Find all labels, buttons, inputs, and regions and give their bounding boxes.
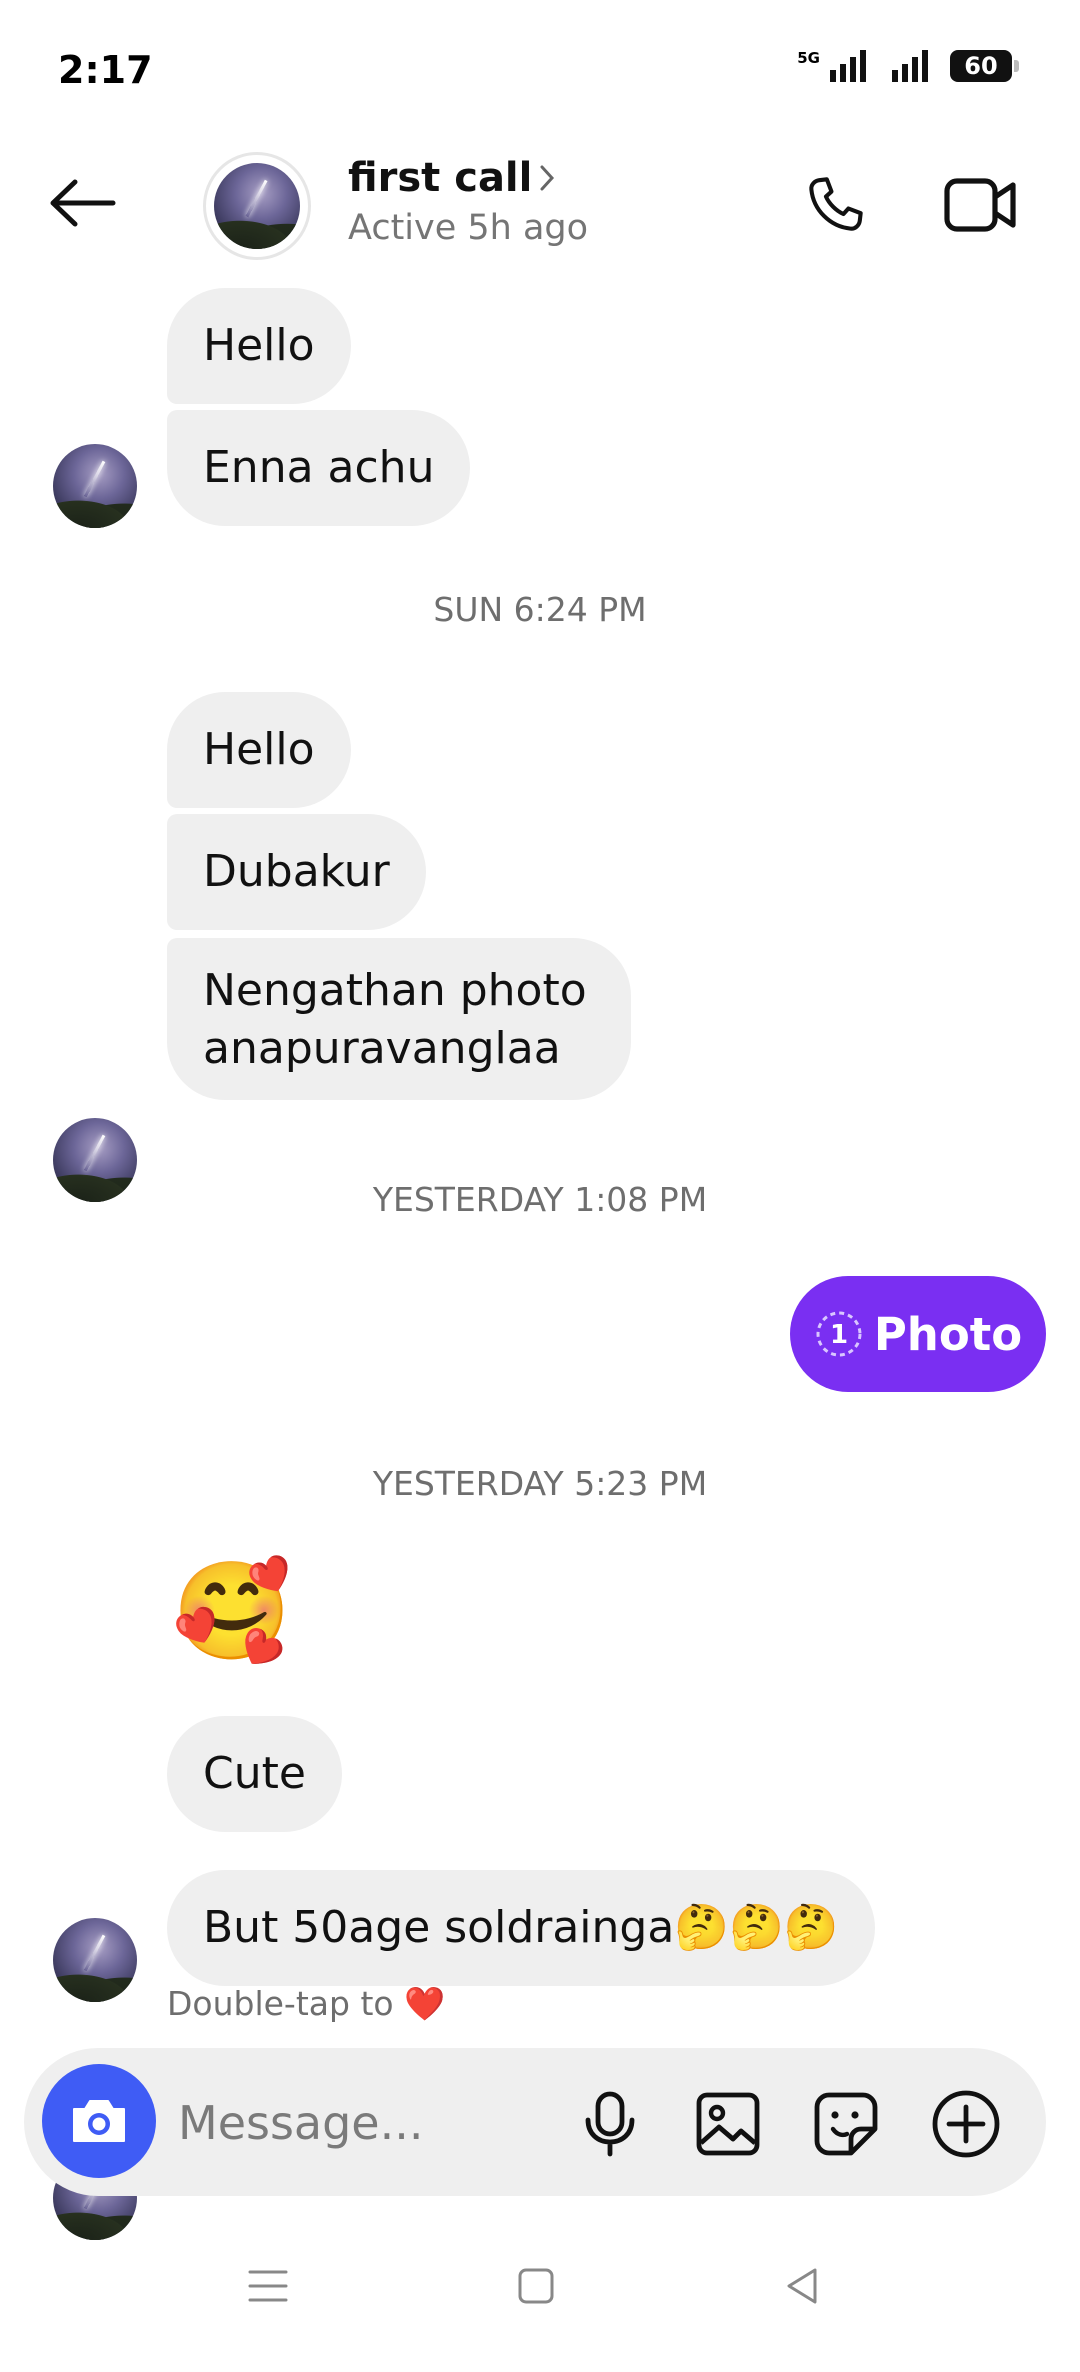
received-message[interactable]: Hello: [167, 288, 351, 404]
avatar-image: [214, 163, 300, 249]
gallery-button[interactable]: [692, 2088, 764, 2160]
audio-call-button[interactable]: [796, 166, 874, 244]
presence-status: Active 5h ago: [348, 208, 589, 248]
received-message[interactable]: Dubakur: [167, 814, 426, 930]
timestamp-divider: SUN 6:24 PM: [433, 590, 647, 629]
sender-avatar[interactable]: [53, 1918, 137, 2002]
photo-label: Photo: [873, 1307, 1023, 1361]
video-camera-icon: [944, 178, 1016, 232]
signal-icon: [892, 50, 928, 82]
sticker-icon: [814, 2092, 878, 2156]
received-message[interactable]: Nengathan photo anapuravanglaa: [167, 938, 631, 1100]
phone-icon: [809, 177, 863, 231]
received-message[interactable]: Enna achu: [167, 410, 471, 526]
sticker-button[interactable]: [810, 2088, 882, 2160]
back-arrow-icon: [50, 179, 116, 227]
contact-name-link[interactable]: first call: [348, 155, 556, 201]
camera-button[interactable]: [42, 2064, 156, 2178]
network-type: 5G: [797, 49, 820, 67]
menu-icon: [248, 2270, 288, 2302]
signal-5g-icon: [830, 50, 866, 82]
status-icons: 5G 60: [797, 48, 1019, 84]
camera-icon: [73, 2100, 125, 2142]
chevron-right-icon: [540, 165, 555, 191]
nav-back-button[interactable]: [772, 2256, 832, 2316]
timestamp-divider: YESTERDAY 5:23 PM: [372, 1464, 708, 1503]
nav-recents-button[interactable]: [238, 2256, 298, 2316]
emoji-message[interactable]: 🥰: [172, 1556, 292, 1666]
status-time: 2:17: [58, 48, 153, 92]
message-input[interactable]: [178, 2090, 538, 2156]
view-once-icon: 1: [816, 1311, 862, 1357]
home-square-icon: [518, 2268, 554, 2304]
view-once-count: 1: [830, 1320, 848, 1350]
microphone-icon: [585, 2091, 635, 2157]
gallery-icon: [696, 2092, 760, 2156]
received-message[interactable]: Cute: [167, 1716, 342, 1832]
video-call-button[interactable]: [940, 166, 1022, 244]
contact-name: first call: [348, 155, 533, 201]
more-options-button[interactable]: [930, 2088, 1002, 2160]
back-button[interactable]: [42, 168, 122, 238]
double-tap-hint: Double-tap to ❤️: [167, 1984, 446, 2023]
plus-icon: [932, 2090, 1000, 2158]
triangle-back-icon: [787, 2268, 817, 2304]
battery-icon: 60: [950, 50, 1019, 82]
nav-home-button[interactable]: [506, 2256, 566, 2316]
sender-avatar[interactable]: [53, 444, 137, 528]
received-message[interactable]: Hello: [167, 692, 351, 808]
received-message[interactable]: But 50age soldrainga🤔🤔🤔: [167, 1870, 875, 1986]
timestamp-divider: YESTERDAY 1:08 PM: [372, 1180, 708, 1219]
voice-message-button[interactable]: [574, 2088, 646, 2160]
contact-avatar[interactable]: [203, 152, 311, 260]
view-once-photo-message[interactable]: 1 Photo: [790, 1276, 1046, 1392]
